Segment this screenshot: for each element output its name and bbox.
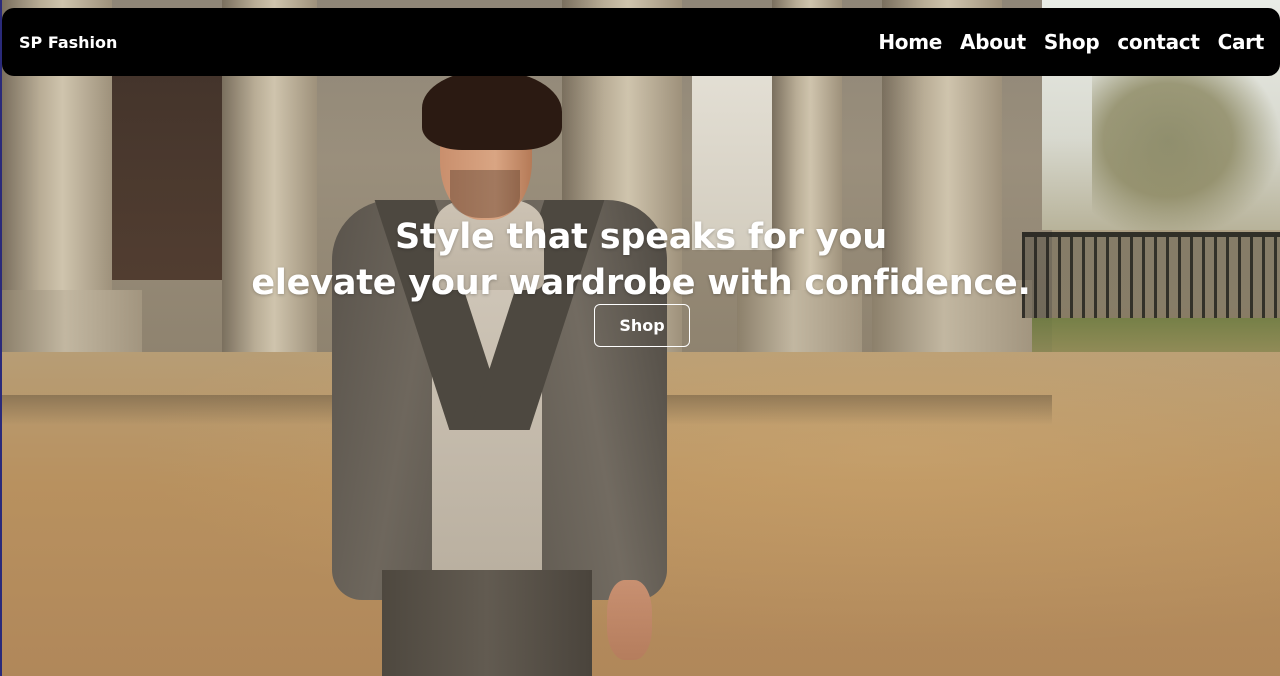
nav-link-shop[interactable]: Shop xyxy=(1044,30,1100,54)
hand xyxy=(607,580,652,660)
nav-links: Home About Shop contact Cart xyxy=(878,30,1264,54)
nav-link-home[interactable]: Home xyxy=(878,30,942,54)
hair xyxy=(422,70,562,150)
hero-text: Style that speaks for you elevate your w… xyxy=(0,214,1280,306)
nav-link-about[interactable]: About xyxy=(960,30,1026,54)
nav-link-contact[interactable]: contact xyxy=(1117,30,1200,54)
nav-link-cart[interactable]: Cart xyxy=(1218,30,1265,54)
beard xyxy=(450,170,520,218)
brand-logo[interactable]: SP Fashion xyxy=(19,33,117,52)
trousers xyxy=(382,570,592,676)
model-figure xyxy=(322,70,672,676)
navbar: SP Fashion Home About Shop contact Cart xyxy=(2,8,1280,76)
hero-headline-line-2: elevate your wardrobe with confidence. xyxy=(251,263,1031,303)
hero-headline-line-1: Style that speaks for you xyxy=(395,217,887,257)
shop-button[interactable]: Shop xyxy=(594,304,690,347)
hero-headline: Style that speaks for you elevate your w… xyxy=(0,214,1280,306)
